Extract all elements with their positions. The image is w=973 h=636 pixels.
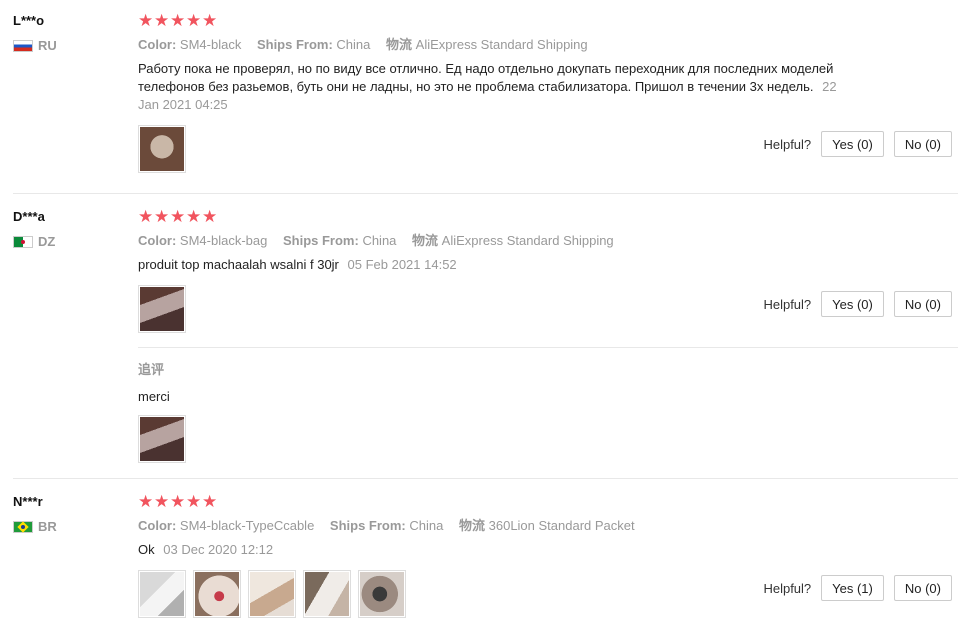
helpful-no-button[interactable]: No (0) [893, 575, 952, 601]
logistics-value: AliExpress Standard Shipping [415, 37, 588, 52]
star-rating: ★ ★ ★ ★ ★ [138, 12, 958, 30]
review-divider [13, 478, 958, 479]
helpful-label: Helpful? [763, 580, 812, 596]
review-body: Ok [138, 542, 155, 557]
star-icon: ★ [186, 492, 202, 511]
reviewer-country: RU [13, 38, 123, 53]
color-value: SM4-black-bag [179, 233, 268, 248]
star-rating: ★ ★ ★ ★ ★ [138, 208, 958, 226]
review-photo-thumbnail[interactable] [138, 570, 186, 618]
reviewer-name: N***r [13, 494, 43, 509]
review-body: Работу пока не проверял, но по виду все … [138, 61, 834, 94]
helpful-yes-button[interactable]: Yes (1) [821, 575, 884, 601]
flag-ru-icon [13, 39, 33, 52]
review-body: produit top machaalah wsalni f 30jr [138, 257, 339, 272]
logistics-label: 物流 [386, 37, 413, 52]
star-icon: ★ [202, 11, 218, 30]
star-icon: ★ [186, 207, 202, 226]
flag-dz-icon [13, 235, 33, 248]
order-info: Color: SM4-black-TypeCcable Ships From: … [138, 517, 958, 535]
review-date: 05 Feb 2021 14:52 [347, 257, 457, 272]
color-label: Color: [138, 37, 177, 52]
star-rating: ★ ★ ★ ★ ★ [138, 493, 958, 511]
helpful-no-button[interactable]: No (0) [893, 291, 952, 317]
star-icon: ★ [154, 11, 170, 30]
followup-text: merci [138, 389, 170, 404]
logistics-value: AliExpress Standard Shipping [441, 233, 614, 248]
color-value: SM4-black [179, 37, 242, 52]
review-photo-thumbnail[interactable] [138, 415, 186, 463]
review-photo-thumbnail[interactable] [248, 570, 296, 618]
ships-from-value: China [336, 37, 371, 52]
followup-photos [138, 415, 958, 463]
review-text: Ok 03 Dec 2020 12:12 [138, 541, 858, 559]
star-icon: ★ [138, 492, 154, 511]
review-photo-thumbnail[interactable] [193, 570, 241, 618]
review-photo-thumbnail[interactable] [138, 285, 186, 333]
star-icon: ★ [170, 207, 186, 226]
reviewer-country: BR [13, 519, 123, 534]
star-icon: ★ [202, 207, 218, 226]
star-icon: ★ [170, 492, 186, 511]
helpful-vote: Helpful? Yes (0) No (0) [763, 291, 952, 317]
review-date: 03 Dec 2020 12:12 [163, 542, 274, 557]
helpful-no-button[interactable]: No (0) [893, 131, 952, 157]
country-code: RU [38, 38, 57, 53]
star-icon: ★ [186, 11, 202, 30]
reviewer-name: D***a [13, 209, 45, 224]
ships-from-value: China [362, 233, 397, 248]
star-icon: ★ [154, 492, 170, 511]
review-photo-thumbnail[interactable] [358, 570, 406, 618]
followup-label: 追评 [138, 362, 165, 377]
reviewer-info: N***r BR [13, 493, 123, 534]
star-icon: ★ [154, 207, 170, 226]
helpful-vote: Helpful? Yes (0) No (0) [763, 131, 952, 157]
star-icon: ★ [202, 492, 218, 511]
country-code: BR [38, 519, 57, 534]
helpful-vote: Helpful? Yes (1) No (0) [763, 575, 952, 601]
review-text: produit top machaalah wsalni f 30jr 05 F… [138, 256, 858, 274]
review-photo-thumbnail[interactable] [303, 570, 351, 618]
order-info: Color: SM4-black-bag Ships From: China 物… [138, 232, 958, 250]
reviewer-info: D***a DZ [13, 208, 123, 249]
reviewer-info: L***o RU [13, 12, 123, 53]
helpful-label: Helpful? [763, 136, 812, 152]
review-text: Работу пока не проверял, но по виду все … [138, 60, 858, 114]
order-info: Color: SM4-black Ships From: China 物流 Al… [138, 36, 958, 54]
ships-from-label: Ships From: [256, 37, 333, 52]
helpful-label: Helpful? [763, 296, 812, 312]
ships-from-label: Ships From: [329, 518, 406, 533]
star-icon: ★ [170, 11, 186, 30]
logistics-label: 物流 [412, 233, 439, 248]
review-divider [13, 193, 958, 194]
ships-from-label: Ships From: [282, 233, 359, 248]
star-icon: ★ [138, 207, 154, 226]
color-label: Color: [138, 233, 177, 248]
followup-divider [138, 347, 958, 348]
flag-br-icon [13, 520, 33, 533]
helpful-yes-button[interactable]: Yes (0) [821, 131, 884, 157]
logistics-label: 物流 [458, 518, 485, 533]
ships-from-value: China [409, 518, 444, 533]
country-code: DZ [38, 234, 56, 249]
reviewer-name: L***o [13, 13, 45, 28]
review-photo-thumbnail[interactable] [138, 125, 186, 173]
color-value: SM4-black-TypeCcable [179, 518, 315, 533]
followup-review: 追评 merci [138, 359, 958, 463]
color-label: Color: [138, 518, 177, 533]
star-icon: ★ [138, 11, 154, 30]
helpful-yes-button[interactable]: Yes (0) [821, 291, 884, 317]
logistics-value: 360Lion Standard Packet [488, 518, 635, 533]
reviewer-country: DZ [13, 234, 123, 249]
